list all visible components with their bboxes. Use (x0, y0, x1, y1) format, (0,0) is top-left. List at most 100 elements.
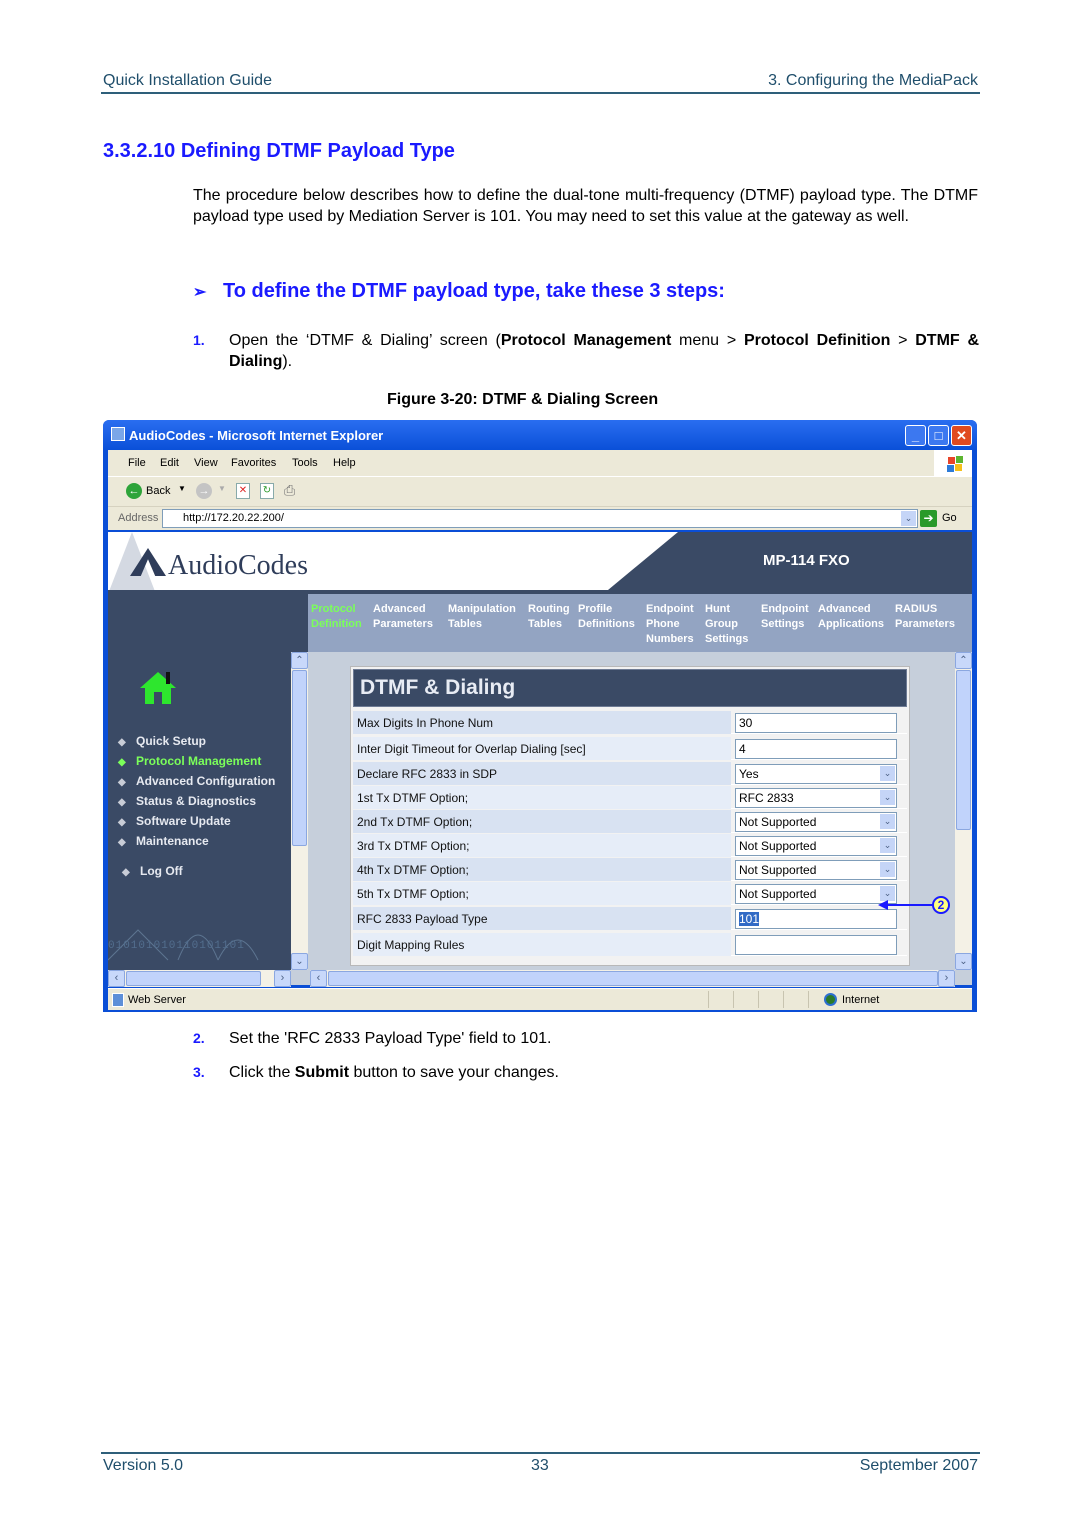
field-label: 4th Tx DTMF Option; (353, 858, 731, 881)
address-input[interactable]: http://172.20.22.200/⌄ (162, 509, 918, 528)
nav-item-protocol-definition[interactable]: Protocol Definition (311, 602, 362, 632)
dropdown-arrow-icon[interactable]: ⌄ (880, 790, 895, 805)
scroll-left-icon[interactable]: ‹ (108, 970, 125, 987)
scroll-up-icon[interactable]: ⌃ (955, 652, 972, 669)
sidebar-item-status-diagnostics[interactable]: ◆ Status & Diagnostics (118, 794, 256, 808)
nav-item-profile-definitions[interactable]: Profile Definitions (578, 602, 635, 632)
hscroll-thumb[interactable] (328, 971, 938, 986)
scroll-thumb[interactable] (956, 670, 971, 830)
windows-logo-icon (934, 450, 972, 476)
sidebar-item-quick-setup[interactable]: ◆ Quick Setup (118, 734, 206, 748)
maximize-button[interactable]: □ (928, 425, 949, 446)
field-label: Inter Digit Timeout for Overlap Dialing … (353, 737, 731, 760)
forward-dropdown-icon[interactable]: ▼ (218, 484, 226, 493)
sidebar-scrollbar[interactable]: ⌃ ⌄ (291, 652, 308, 970)
field-row: 4th Tx DTMF Option; Not Supported ⌄ (353, 858, 907, 881)
forward-arrow-icon[interactable]: → (196, 483, 212, 499)
field-label: Declare RFC 2833 in SDP (353, 762, 731, 785)
page-header: Quick Installation Guide 3. Configuring … (101, 70, 980, 94)
back-arrow-icon[interactable]: ← (126, 483, 142, 499)
content-area: DTMF & Dialing Max Digits In Phone Num 30… (310, 652, 955, 970)
field-row: 1st Tx DTMF Option; RFC 2833 ⌄ (353, 786, 907, 809)
field-select[interactable]: Not Supported ⌄ (735, 812, 897, 832)
field-select[interactable]: Not Supported ⌄ (735, 860, 897, 880)
menu-file[interactable]: File (128, 457, 146, 469)
back-dropdown-icon[interactable]: ▼ (178, 484, 186, 493)
sidebar: ◆ Quick Setup ◆ Protocol Management ◆ Advance… (108, 652, 291, 970)
home-printer-icon[interactable]: ⎙ (284, 482, 295, 499)
scroll-thumb[interactable] (292, 670, 307, 846)
field-input[interactable]: 30 (735, 713, 897, 733)
scroll-right-icon[interactable]: › (274, 970, 291, 987)
dropdown-arrow-icon[interactable]: ⌄ (880, 838, 895, 853)
scroll-left-icon[interactable]: ‹ (310, 970, 327, 987)
menu-tools[interactable]: Tools (292, 457, 318, 469)
nav-item-advanced-parameters[interactable]: Advanced Parameters (373, 602, 433, 632)
nav-item-endpoint-settings[interactable]: Endpoint Settings (761, 602, 809, 632)
menu-view[interactable]: View (194, 457, 218, 469)
menu-help[interactable]: Help (333, 457, 356, 469)
content-scrollbar[interactable]: ⌃ ⌄ (955, 652, 972, 970)
field-input[interactable] (735, 935, 897, 955)
menu-edit[interactable]: Edit (160, 457, 179, 469)
nav-item-endpoint-phone[interactable]: Endpoint Phone Numbers (646, 602, 694, 647)
field-select[interactable]: Yes ⌄ (735, 764, 897, 784)
globe-icon (824, 993, 837, 1006)
field-row: RFC 2833 Payload Type 101 (353, 907, 907, 930)
dropdown-arrow-icon[interactable]: ⌄ (880, 766, 895, 781)
step-number: 3. (193, 1064, 205, 1080)
sidebar-item-software-update[interactable]: ◆ Software Update (118, 814, 231, 828)
close-button[interactable]: ✕ (951, 425, 972, 446)
sidebar-item-advanced-configuration[interactable]: ◆ Advanced Configuration (118, 774, 275, 788)
dropdown-arrow-icon[interactable]: ⌄ (880, 814, 895, 829)
callout-arrow-icon (878, 900, 934, 910)
nav-item-radius-parameters[interactable]: RADIUS Parameters (895, 602, 955, 632)
logo-watermark (108, 532, 156, 594)
web-page: AudioCodes MP-114 FXO Protocol Definition… (108, 532, 972, 987)
scroll-up-icon[interactable]: ⌃ (291, 652, 308, 669)
field-select[interactable]: Not Supported ⌄ (735, 836, 897, 856)
sidebar-item-protocol-management[interactable]: ◆ Protocol Management (118, 754, 261, 768)
home-icon[interactable] (138, 670, 178, 706)
sidebar-item-maintenance[interactable]: ◆ Maintenance (118, 834, 209, 848)
back-button[interactable]: Back (146, 485, 170, 497)
dropdown-arrow-icon[interactable]: ⌄ (880, 862, 895, 877)
minimize-button[interactable]: _ (905, 425, 926, 446)
nav-item-advanced-applications[interactable]: Advanced Applications (818, 602, 884, 632)
stop-icon[interactable]: ✕ (236, 483, 250, 499)
device-model: MP-114 FXO (763, 552, 850, 569)
field-row: Declare RFC 2833 in SDP Yes ⌄ (353, 762, 907, 785)
address-bar: Address http://172.20.22.200/⌄ ➔ Go (108, 506, 972, 530)
field-row: Digit Mapping Rules (353, 933, 907, 956)
address-dropdown-icon[interactable]: ⌄ (901, 511, 916, 526)
field-row: 2nd Tx DTMF Option; Not Supported ⌄ (353, 810, 907, 833)
scroll-down-icon[interactable]: ⌄ (291, 953, 308, 970)
scroll-down-icon[interactable]: ⌄ (955, 953, 972, 970)
go-arrow-icon[interactable]: ➔ (920, 510, 937, 527)
diamond-bullet-icon: ◆ (118, 757, 126, 768)
panel-title: DTMF & Dialing (353, 669, 907, 707)
diamond-bullet-icon: ◆ (118, 777, 126, 788)
field-input[interactable]: 101 (735, 909, 897, 929)
menu-favorites[interactable]: Favorites (231, 457, 276, 469)
field-label: 3rd Tx DTMF Option; (353, 834, 731, 857)
field-select[interactable]: RFC 2833 ⌄ (735, 788, 897, 808)
field-label: 2nd Tx DTMF Option; (353, 810, 731, 833)
go-button[interactable]: Go (942, 512, 957, 524)
field-input[interactable]: 4 (735, 739, 897, 759)
nav-item-routing-tables[interactable]: Routing Tables (528, 602, 570, 632)
nav-item-manipulation-tables[interactable]: Manipulation Tables (448, 602, 516, 632)
decorative-wave: 010101010110101101 (108, 900, 291, 970)
content-hscrollbar[interactable]: ‹ › (310, 970, 955, 987)
figure-caption: Figure 3-20: DTMF & Dialing Screen (387, 391, 659, 408)
toolbar: ← Back ▼ → ▼ ✕ ↻ ⎙ (108, 476, 972, 506)
footer-version: Version 5.0 (103, 1457, 184, 1474)
logoff-link[interactable]: ◆ Log Off (122, 864, 183, 878)
nav-item-hunt-group[interactable]: Hunt Group Settings (705, 602, 748, 647)
scroll-right-icon[interactable]: › (938, 970, 955, 987)
hscroll-thumb[interactable] (126, 971, 261, 986)
field-select[interactable]: Not Supported ⌄ (735, 884, 897, 904)
sidebar-hscrollbar[interactable]: ‹ › (108, 970, 291, 987)
refresh-icon[interactable]: ↻ (260, 483, 274, 499)
page-icon (112, 993, 124, 1007)
